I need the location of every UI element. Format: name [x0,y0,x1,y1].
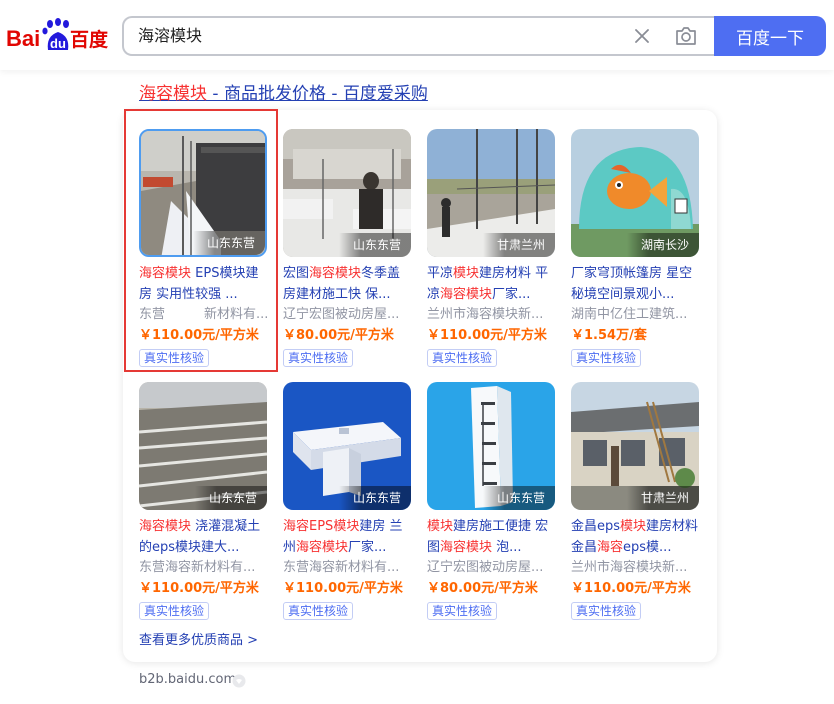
product-title[interactable]: 海容模块 EPS模块建房 实用性较强 ... [139,263,269,305]
verify-tag[interactable]: 真实性核验 [283,349,354,367]
location-badge: 甘肃兰州 [482,233,555,257]
title-text: 泡... [492,540,522,555]
location-badge: 山东东营 [338,486,411,510]
title-text: eps模... [623,540,672,555]
title-highlight: 模块 [427,519,454,534]
product-item[interactable]: 山东东营 海容EPS模块建房 兰州海容模块厂家... 东营海容新材料有... ￥… [283,382,413,620]
title-highlight: 海容EPS [283,519,334,534]
verify-tag[interactable]: 真实性核验 [139,349,210,367]
title-text: 平凉 [427,266,454,281]
location-badge: 湖南长沙 [626,233,699,257]
camera-icon[interactable] [674,25,698,47]
title-highlight: 海容模块 [296,540,349,555]
product-title[interactable]: 海容EPS模块建房 兰州海容模块厂家... [283,516,413,558]
title-highlight: 海容模块 [440,287,493,302]
search-input[interactable] [138,18,618,54]
verify-tag[interactable]: 真实性核验 [427,602,498,620]
product-price: ￥80.00元/平方米 [283,328,394,343]
product-title[interactable]: 金昌eps模块建房材料 金昌海容eps模... [571,516,701,558]
baidu-logo[interactable]: Bai du 百度 [6,16,110,56]
title-text: 宏图 [283,266,310,281]
product-image[interactable]: 山东东营 [283,382,411,510]
title-highlight: 模块 [333,519,360,534]
product-price: ￥110.00元/平方米 [571,581,691,596]
product-item[interactable]: 湖南长沙 厂家穹顶帐篷房 星空秘境空间景观小... 湖南中亿住工建筑... ￥1… [571,129,701,367]
product-price: ￥110.00元/平方米 [139,581,259,596]
product-image[interactable]: 山东东营 [139,129,267,257]
product-image[interactable]: 甘肃兰州 [427,129,555,257]
product-item[interactable]: 山东东营 宏图海容模块冬季盖房建材施工快 保... 辽宁宏图被动房屋... ￥8… [283,129,413,367]
title-text: 厂家... [492,287,531,302]
title-text: 厂家穹顶帐篷房 星空秘境空间景观小... [571,266,693,302]
top-bar: Bai du 百度 百度一下 [0,0,834,70]
location-badge: 山东东营 [194,486,267,510]
clear-icon[interactable] [632,26,652,46]
verify-tag[interactable]: 真实性核验 [427,349,498,367]
title-highlight: 模块 [620,519,647,534]
product-image[interactable]: 山东东营 [139,382,267,510]
location-badge: 山东东营 [338,233,411,257]
product-price: ￥110.00元/平方米 [283,581,403,596]
product-title[interactable]: 厂家穹顶帐篷房 星空秘境空间景观小... [571,263,701,305]
product-title[interactable]: 宏图海容模块冬季盖房建材施工快 保... [283,263,413,305]
title-highlight: 海容模块 [309,266,362,281]
verify-tag[interactable]: 真实性核验 [571,602,642,620]
title-highlight: 模块 [453,266,480,281]
shield-icon [232,674,246,688]
product-price: ￥110.00元/平方米 [139,328,259,343]
seller-name: 兰州市海容模块新... [427,307,544,322]
verify-tag[interactable]: 真实性核验 [571,349,642,367]
seller-name: 辽宁宏图被动房屋... [427,560,544,575]
search-button[interactable]: 百度一下 [714,16,826,56]
product-image[interactable]: 甘肃兰州 [571,382,699,510]
product-item[interactable]: 甘肃兰州 金昌eps模块建房材料 金昌海容eps模... 兰州市海容模块新...… [571,382,701,620]
result-title-rest: - 商品批发价格 - 百度爱采购 [207,84,428,104]
product-image[interactable]: 山东东营 [283,129,411,257]
product-price: ￥1.54万/套 [571,328,647,343]
logo-text-cn: 百度 [70,28,109,51]
location-badge: 甘肃兰州 [626,486,699,510]
title-highlight: 海容模块 [139,519,192,534]
seller-name: 东营海容新材料有... [283,560,400,575]
seller-name: 兰州市海容模块新... [571,560,688,575]
product-title[interactable]: 海容模块 浇灌混凝土的eps模块建大... [139,516,269,558]
product-price: ￥110.00元/平方米 [427,328,547,343]
title-highlight: 海容模块 [139,266,192,281]
location-badge: 山东东营 [482,486,555,510]
seller-name: 东营 新材料有... [139,307,267,322]
verify-tag[interactable]: 真实性核验 [139,602,210,620]
product-item[interactable]: 山东东营 海容模块 EPS模块建房 实用性较强 ... 东营 新材料有... ￥… [139,129,269,367]
logo-text-bai: Bai [6,26,40,51]
title-text: 厂家... [348,540,387,555]
search-box [122,16,716,56]
product-item[interactable]: 甘肃兰州 平凉模块建房材料 平凉海容模块厂家... 兰州市海容模块新... ￥1… [427,129,557,367]
source-url[interactable]: b2b.baidu.com [139,672,236,687]
title-text: 金昌eps [571,519,621,534]
seller-name: 东营海容新材料有... [139,560,256,575]
product-title[interactable]: 平凉模块建房材料 平凉海容模块厂家... [427,263,557,305]
result-title-link[interactable]: 海容模块 - 商品批发价格 - 百度爱采购 [139,79,428,104]
product-title[interactable]: 模块建房施工便捷 宏图海容模块 泡... [427,516,557,558]
product-image[interactable]: 山东东营 [427,382,555,510]
product-price: ￥80.00元/平方米 [427,581,538,596]
seller-name: 辽宁宏图被动房屋... [283,307,400,322]
product-image[interactable]: 湖南长沙 [571,129,699,257]
location-badge: 山东东营 [192,231,265,255]
more-products-link[interactable]: 查看更多优质商品 > [139,629,258,648]
product-item[interactable]: 山东东营 模块建房施工便捷 宏图海容模块 泡... 辽宁宏图被动房屋... ￥8… [427,382,557,620]
title-highlight: 海容 [597,540,624,555]
seller-name: 湖南中亿住工建筑... [571,307,688,322]
verify-tag[interactable]: 真实性核验 [283,602,354,620]
result-title-highlight: 海容模块 [139,84,207,104]
logo-text-du: du [50,36,66,51]
title-highlight: 海容模块 [440,540,493,555]
product-item[interactable]: 山东东营 海容模块 浇灌混凝土的eps模块建大... 东营海容新材料有... ￥… [139,382,269,620]
